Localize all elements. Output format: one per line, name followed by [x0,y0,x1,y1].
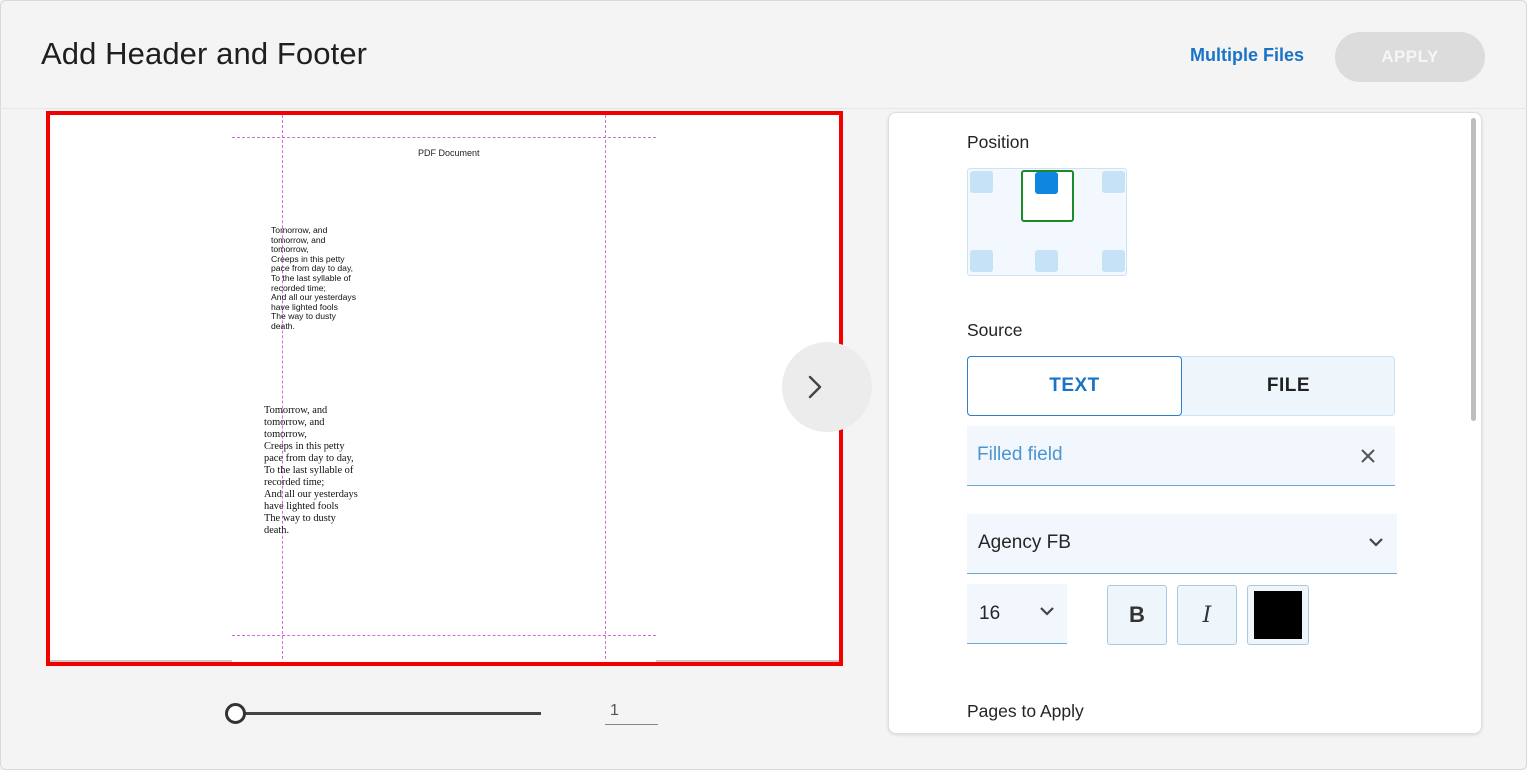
poem-block-small: Tomorrow, and tomorrow, and tomorrow, Cr… [271,225,356,332]
position-bottom-center[interactable] [1035,250,1058,272]
poem-line: The way to dusty [264,513,336,524]
poem-line: Creeps in this petty [264,441,345,452]
poem-line: Tomorrow, and [264,405,328,416]
text-color-button[interactable] [1247,585,1309,645]
next-page-button[interactable] [782,342,872,432]
chevron-down-icon [1040,607,1054,616]
bold-button[interactable]: B [1107,585,1167,645]
position-selected-marker [1035,172,1058,194]
position-top-center[interactable] [1021,170,1074,222]
footer-margin-guide [232,635,656,636]
preview-header-text: PDF Document [418,148,480,158]
poem-block-large: Tomorrow, and tomorrow, and tomorrow, Cr… [264,405,358,537]
position-bottom-right[interactable] [1102,250,1125,272]
poem-line: pace from day to day, [264,453,354,464]
poem-line: death. [264,525,290,536]
poem-line: have lighted fools [264,501,339,512]
header-text-value: Filled field [977,444,1063,465]
right-margin-guide [605,115,606,659]
poem-line: And all our yesterdays [264,489,358,500]
page-edge-left [50,660,232,662]
chevron-down-icon [1369,538,1383,547]
header-margin-guide [232,137,656,138]
settings-scrollbar[interactable] [1471,118,1476,421]
zoom-slider-thumb[interactable] [225,703,246,724]
color-swatch [1254,591,1302,639]
position-top-left[interactable] [970,171,993,193]
source-tab-text[interactable]: TEXT [967,356,1182,416]
poem-line: death. [271,320,295,331]
font-family-value: Agency FB [978,532,1071,553]
position-label: Position [967,132,1030,152]
poem-line: tomorrow, and [264,417,325,428]
poem-line: recorded time; [264,477,325,488]
poem-line: tomorrow, [264,429,307,440]
zoom-slider-track[interactable] [236,712,541,715]
chevron-right-icon [808,375,822,399]
apply-button[interactable]: APPLY [1335,32,1485,82]
source-label: Source [967,320,1023,340]
page-preview: PDF Document Tomorrow, and tomorrow, and… [46,111,843,666]
poem-line: To the last syllable of [264,465,354,476]
source-tab-file[interactable]: FILE [1182,356,1395,416]
font-size-value: 16 [979,603,1001,624]
pages-to-apply-label: Pages to Apply [967,701,1084,721]
page-edge-right [656,660,839,662]
page-title: Add Header and Footer [41,36,368,71]
italic-button[interactable]: I [1177,585,1237,645]
multiple-files-link[interactable]: Multiple Files [1190,45,1304,66]
page-number-input[interactable] [605,698,658,725]
position-top-right[interactable] [1102,171,1125,193]
clear-icon[interactable] [1359,447,1377,465]
header-divider [0,108,1527,109]
left-margin-guide [282,115,283,659]
position-bottom-left[interactable] [970,250,993,272]
